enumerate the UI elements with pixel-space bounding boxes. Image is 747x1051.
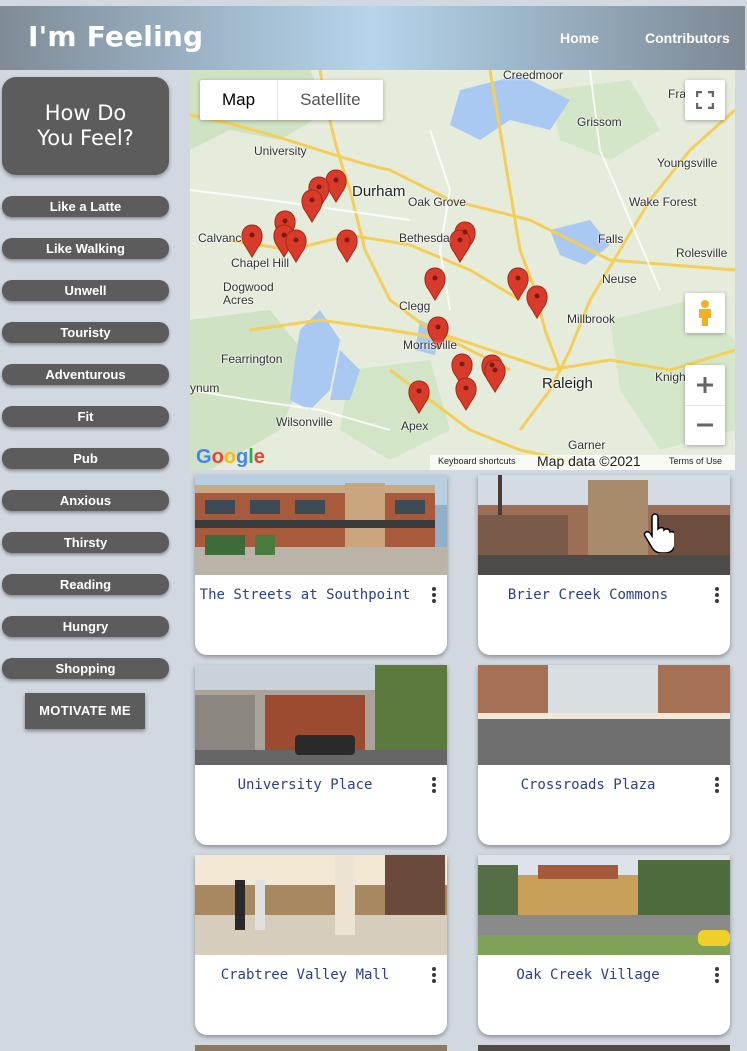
mood-button-adventurous[interactable]: Adventurous (2, 364, 169, 385)
app-header: I'm Feeling Home Contributors (0, 6, 745, 70)
more-options-icon[interactable] (712, 777, 722, 797)
map-label-knightdale: Knigh (655, 370, 686, 384)
place-photo (478, 475, 730, 575)
zoom-control (685, 365, 725, 445)
mood-button-like-walking[interactable]: Like Walking (2, 238, 169, 259)
more-options-icon[interactable] (429, 967, 439, 987)
map-label-wake-forest: Wake Forest (629, 195, 697, 209)
map-view[interactable]: Creedmoor Fra Grissom Youngsville Univer… (190, 70, 735, 470)
map-type-map-button[interactable]: Map (200, 80, 277, 120)
map-data-text: Map data ©2021 (537, 453, 641, 469)
map-label-apex: Apex (401, 419, 429, 433)
nav-contributors-link[interactable]: Contributors (645, 30, 730, 46)
mood-button-touristy[interactable]: Touristy (2, 322, 169, 343)
map-label-creedmoor: Creedmoor (503, 70, 564, 82)
place-photo (195, 855, 447, 955)
hand-cursor-icon (643, 513, 674, 553)
map-attribution: Keyboard shortcuts Map data ©2021 Terms … (430, 453, 735, 470)
street-view-pegman[interactable] (685, 293, 725, 333)
place-card[interactable]: Crossroads Plaza (478, 665, 730, 845)
map-label-bethesda: Bethesda (399, 231, 450, 245)
mood-button-reading[interactable]: Reading (2, 574, 169, 595)
terms-of-use-link[interactable]: Terms of Use (669, 456, 722, 466)
zoom-out-button[interactable] (685, 404, 725, 446)
map-label-chapel-hill: Chapel Hill (231, 256, 290, 270)
map-label-neuse: Neuse (602, 272, 637, 286)
mood-button-anxious[interactable]: Anxious (2, 490, 169, 511)
place-name[interactable]: Oak Creek Village (478, 967, 698, 983)
map-label-grissom: Grissom (577, 115, 622, 129)
zoom-in-button[interactable] (685, 365, 725, 405)
app-title: I'm Feeling (28, 20, 204, 53)
place-photo (478, 665, 730, 765)
more-options-icon[interactable] (429, 777, 439, 797)
map-label-raleigh: Raleigh (542, 375, 593, 392)
mood-button-unwell[interactable]: Unwell (2, 280, 169, 301)
keyboard-shortcuts-link[interactable]: Keyboard shortcuts (438, 456, 516, 466)
map-label-calvander: Calvanc (198, 231, 242, 245)
mood-button-fit[interactable]: Fit (2, 406, 169, 427)
map-label-university: University (254, 144, 307, 158)
map-label-clegg: Clegg (399, 299, 431, 313)
minus-icon (697, 423, 713, 427)
place-card[interactable]: Brier Creek Commons (478, 475, 730, 655)
map-type-satellite-button[interactable]: Satellite (277, 80, 382, 120)
more-options-icon[interactable] (712, 587, 722, 607)
map-label-garner: Garner (568, 438, 606, 452)
more-options-icon[interactable] (712, 967, 722, 987)
place-card-partial (195, 1045, 447, 1051)
map-label-youngsville: Youngsville (657, 156, 718, 170)
map-label-millbrook: Millbrook (567, 312, 616, 326)
map-label-falls: Falls (598, 232, 624, 246)
map-label-dogwood-acres: Dogwood Acres (223, 280, 274, 307)
place-card[interactable]: Oak Creek Village (478, 855, 730, 1035)
fullscreen-icon (696, 91, 714, 109)
map-type-control: Map Satellite (200, 80, 383, 120)
heading-line-2: You Feel? (37, 126, 134, 150)
map-label-lynum: ynum (190, 381, 220, 395)
map-label-franklinton: Fra (668, 87, 686, 101)
google-logo: Google (196, 446, 265, 468)
place-photo (195, 665, 447, 765)
map-label-morrisville: Morrisville (403, 338, 457, 352)
motivate-me-button[interactable]: MOTIVATE ME (25, 693, 145, 729)
map-label-fearrington: Fearrington (221, 352, 283, 366)
how-do-you-feel-heading: How Do You Feel? (2, 77, 169, 175)
place-name[interactable]: University Place (195, 777, 415, 793)
map-label-rolesville: Rolesville (676, 246, 728, 260)
map-label-durham: Durham (352, 183, 406, 200)
place-card[interactable]: University Place (195, 665, 447, 845)
place-name[interactable]: The Streets at Southpoint (195, 587, 415, 603)
place-photo (195, 475, 447, 575)
place-card[interactable]: Crabtree Valley Mall (195, 855, 447, 1035)
mood-button-shopping[interactable]: Shopping (2, 658, 169, 679)
place-card-partial (478, 1045, 730, 1051)
place-name[interactable]: Brier Creek Commons (478, 587, 698, 603)
mood-button-thirsty[interactable]: Thirsty (2, 532, 169, 553)
place-name[interactable]: Crabtree Valley Mall (195, 967, 415, 983)
heading-line-1: How Do (44, 101, 127, 125)
plus-icon (697, 376, 713, 393)
place-photo (478, 855, 730, 955)
mood-button-hungry[interactable]: Hungry (2, 616, 169, 637)
nav-home-link[interactable]: Home (560, 30, 599, 46)
pegman-icon (699, 300, 711, 326)
more-options-icon[interactable] (429, 587, 439, 607)
mood-button-pub[interactable]: Pub (2, 448, 169, 469)
map-label-oak-grove: Oak Grove (408, 195, 467, 209)
fullscreen-button[interactable] (685, 80, 725, 120)
map-label-wilsonville: Wilsonville (276, 415, 333, 429)
place-card[interactable]: The Streets at Southpoint (195, 475, 447, 655)
map-tiles (190, 70, 735, 470)
place-name[interactable]: Crossroads Plaza (478, 777, 698, 793)
mood-button-like-a-latte[interactable]: Like a Latte (2, 196, 169, 217)
